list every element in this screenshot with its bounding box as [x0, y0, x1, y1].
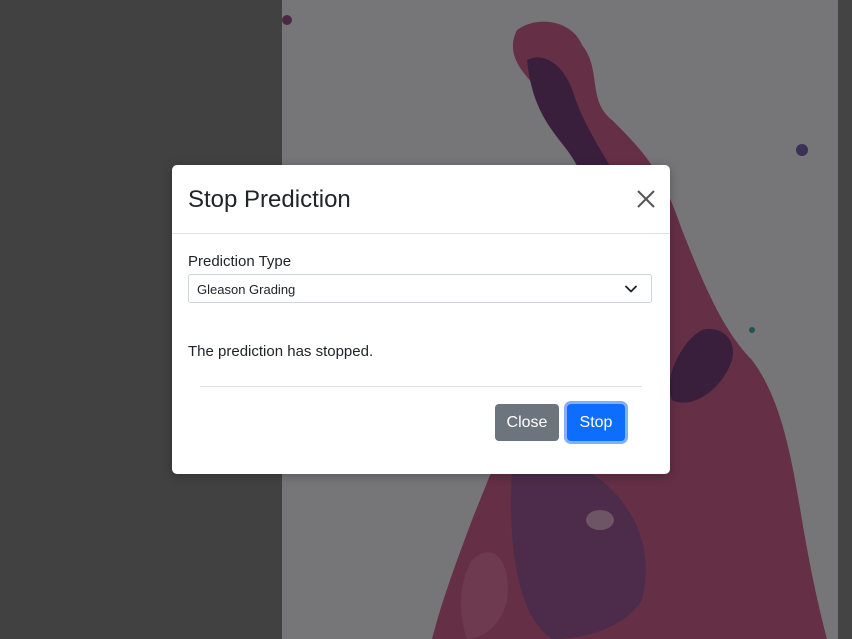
modal-title: Stop Prediction [188, 186, 351, 213]
footer-divider [200, 386, 642, 387]
prediction-type-select[interactable]: Gleason Grading [188, 274, 652, 303]
modal-body: Prediction Type Gleason Grading The pred… [172, 234, 670, 474]
stop-button[interactable]: Stop [567, 404, 625, 441]
prediction-type-label: Prediction Type [188, 253, 292, 270]
modal-header: Stop Prediction [172, 165, 670, 234]
chevron-down-icon [625, 285, 637, 293]
close-button[interactable]: Close [495, 404, 559, 441]
status-message: The prediction has stopped. [188, 343, 374, 360]
close-icon[interactable] [634, 187, 658, 211]
select-value: Gleason Grading [197, 282, 296, 297]
stop-prediction-dialog: Stop Prediction Prediction Type Gleason … [172, 165, 670, 474]
